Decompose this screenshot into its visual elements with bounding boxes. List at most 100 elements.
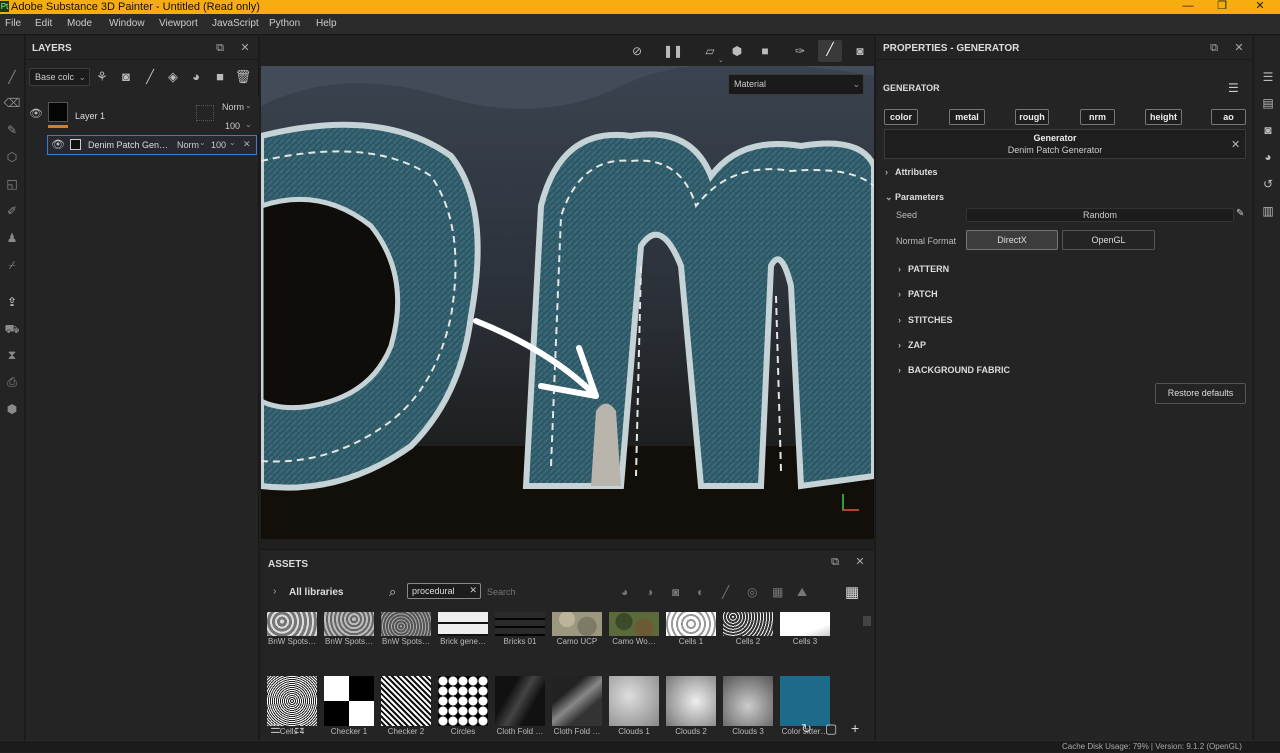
stitches-section[interactable]: › STITCHES bbox=[898, 315, 953, 325]
light-brush-icon[interactable]: ✑ bbox=[790, 42, 810, 60]
visibility-eye-icon[interactable]: 👁 bbox=[51, 140, 65, 151]
restore-button[interactable]: ❐ bbox=[1212, 0, 1232, 14]
filter-textures-icon[interactable]: ◙ bbox=[672, 585, 679, 599]
history-dock-icon[interactable]: ↺ bbox=[1260, 176, 1276, 192]
generator-resource-box[interactable]: Generator Denim Patch Generator ✕ bbox=[884, 129, 1246, 159]
restore-defaults-button[interactable]: Restore defaults bbox=[1155, 383, 1246, 404]
library-selector[interactable]: All libraries bbox=[289, 587, 343, 598]
channel-nrm-button[interactable]: nrm bbox=[1080, 109, 1115, 125]
float-panel-icon[interactable]: ⧉ bbox=[212, 40, 228, 56]
pattern-section[interactable]: › PATTERN bbox=[898, 264, 949, 274]
projection-tool-icon[interactable]: ✎ bbox=[3, 121, 21, 139]
texture-set-dock-icon[interactable]: ▤ bbox=[1260, 95, 1276, 111]
zap-section[interactable]: › ZAP bbox=[898, 340, 926, 350]
layer-blend-mode[interactable]: Norm bbox=[222, 102, 244, 112]
filter-materials-icon[interactable]: ◕ bbox=[621, 585, 628, 599]
channel-ao-button[interactable]: ao bbox=[1211, 109, 1246, 125]
filter-particles-icon[interactable]: ◎ bbox=[747, 585, 757, 599]
hourglass-tool-icon[interactable]: ⧗ bbox=[3, 346, 21, 364]
layer-mask-slot[interactable] bbox=[196, 105, 214, 121]
effect-blend-mode[interactable]: Norm bbox=[177, 140, 199, 150]
layers-dock-icon[interactable]: ☰ bbox=[1260, 69, 1276, 85]
display-settings-tool-icon[interactable]: ⎙ bbox=[3, 373, 21, 391]
close-panel-icon[interactable]: ✕ bbox=[1231, 40, 1247, 56]
new-window-icon[interactable]: ▢ bbox=[825, 721, 837, 737]
layer-opacity[interactable]: 100 bbox=[225, 121, 240, 131]
polygon-fill-tool-icon[interactable]: ◱ bbox=[3, 175, 21, 193]
filter-tag[interactable]: procedural ✕ bbox=[407, 583, 481, 599]
bake-export-tool-icon[interactable]: ⇪ bbox=[3, 293, 21, 311]
close-panel-icon[interactable]: ✕ bbox=[852, 554, 868, 570]
menu-viewport[interactable]: Viewport bbox=[159, 18, 198, 29]
float-panel-icon[interactable]: ⧉ bbox=[1206, 40, 1222, 56]
3d-viewport[interactable]: ⊘ ❚❚ ▱ ⬢ ■ ✑ ╱ ◙ ⌄ Material ⌄ bbox=[261, 36, 874, 539]
filter-alphas-icon[interactable]: ◐ bbox=[697, 585, 704, 599]
seed-random-field[interactable]: Random bbox=[966, 208, 1234, 222]
log-dock-icon[interactable]: ▥ bbox=[1260, 203, 1276, 219]
filter-environments-icon[interactable]: ⛰ bbox=[797, 585, 807, 600]
effect-opacity[interactable]: 100 bbox=[211, 140, 226, 150]
parameters-section[interactable]: ⌄ Parameters bbox=[885, 192, 944, 203]
delete-layer-icon[interactable]: 🗑 bbox=[234, 68, 252, 86]
asset-scrollbar[interactable] bbox=[863, 616, 871, 626]
menu-mode[interactable]: Mode bbox=[67, 18, 92, 29]
eraser-tool-icon[interactable]: ⌫ bbox=[3, 94, 21, 112]
channel-color-button[interactable]: color bbox=[884, 109, 918, 125]
clone-tool-icon[interactable]: ♟ bbox=[3, 229, 21, 247]
cube-view-icon[interactable]: ⬢ bbox=[727, 42, 747, 60]
channel-select[interactable]: Base colc ⌄ bbox=[29, 68, 90, 86]
channel-metal-button[interactable]: metal bbox=[949, 109, 985, 125]
geometry-fill-tool-icon[interactable]: ⬡ bbox=[3, 148, 21, 166]
menu-window[interactable]: Window bbox=[109, 18, 145, 29]
effect-row-selected[interactable]: 👁 Denim Patch Gen… Norm ⌄ 100 ⌄ ✕ bbox=[47, 135, 257, 155]
menu-file[interactable]: File bbox=[5, 18, 21, 29]
edit-pencil-icon[interactable]: ✎ bbox=[1236, 208, 1244, 219]
menu-javascript[interactable]: JavaScript bbox=[212, 18, 259, 29]
screenshot-camera-icon[interactable]: ◙ bbox=[850, 42, 870, 60]
smudge-tool-icon[interactable]: ✐ bbox=[3, 202, 21, 220]
close-window-button[interactable]: ✕ bbox=[1250, 0, 1270, 14]
add-effect-icon[interactable]: ⚘ bbox=[93, 68, 111, 86]
remove-generator-icon[interactable]: ✕ bbox=[1231, 138, 1240, 151]
filter-smart-materials-icon[interactable]: ◑ bbox=[646, 585, 653, 599]
close-panel-icon[interactable]: ✕ bbox=[237, 40, 253, 56]
add-fill-layer-icon[interactable]: ◈ bbox=[164, 68, 182, 86]
remove-filter-icon[interactable]: ✕ bbox=[469, 585, 477, 596]
add-asset-icon[interactable]: + bbox=[851, 720, 859, 736]
pause-icon[interactable]: ❚❚ bbox=[663, 42, 683, 60]
save-search-icon[interactable]: ☷ bbox=[294, 722, 305, 736]
float-panel-icon[interactable]: ⧉ bbox=[827, 554, 843, 570]
model-tool-icon[interactable]: ⬢ bbox=[3, 400, 21, 418]
layer-row[interactable]: 👁 Layer 1 Norm ⌄ 100 ⌄ bbox=[26, 97, 259, 133]
channel-rough-button[interactable]: rough bbox=[1015, 109, 1049, 125]
add-mask-icon[interactable]: ◙ bbox=[117, 68, 135, 86]
menu-list-icon[interactable]: ☰ bbox=[1228, 81, 1239, 95]
menu-help[interactable]: Help bbox=[316, 18, 337, 29]
menu-python[interactable]: Python bbox=[269, 18, 300, 29]
directx-button[interactable]: DirectX bbox=[966, 230, 1058, 250]
grid-view-icon[interactable]: ▦ bbox=[845, 583, 859, 601]
color-picker-tool-icon[interactable]: ⌿ bbox=[3, 256, 21, 274]
hide-icon[interactable]: ⊘ bbox=[627, 42, 647, 60]
filter-list-icon[interactable]: ☰ bbox=[270, 722, 281, 736]
add-folder-icon[interactable]: ■ bbox=[211, 68, 229, 86]
material-channel-select[interactable]: Material ⌄ bbox=[728, 74, 864, 95]
filter-brushes-icon[interactable]: ╱ bbox=[722, 585, 729, 599]
opengl-button[interactable]: OpenGL bbox=[1062, 230, 1155, 250]
refresh-icon[interactable]: ↻ bbox=[801, 721, 812, 737]
filter-procedurals-icon[interactable]: ▦ bbox=[772, 585, 783, 599]
patch-section[interactable]: › PATCH bbox=[898, 289, 938, 299]
minimize-button[interactable]: — bbox=[1178, 0, 1198, 14]
texture-set-tool-icon[interactable]: ⛟ bbox=[3, 320, 21, 338]
channel-height-button[interactable]: height bbox=[1145, 109, 1182, 125]
display-dock-icon[interactable]: ◙ bbox=[1260, 122, 1276, 138]
selection-tool-icon[interactable]: ▱ bbox=[700, 42, 720, 60]
background-fabric-section[interactable]: › BACKGROUND FABRIC bbox=[898, 365, 1010, 375]
menu-edit[interactable]: Edit bbox=[35, 18, 52, 29]
remove-effect-icon[interactable]: ✕ bbox=[243, 139, 251, 150]
paint-mode-icon[interactable]: ╱ bbox=[818, 40, 842, 62]
paint-brush-tool-icon[interactable]: ╱ bbox=[3, 68, 21, 86]
assets-search-input[interactable] bbox=[483, 584, 613, 600]
chevron-right-icon[interactable]: › bbox=[273, 586, 276, 597]
visibility-eye-icon[interactable]: 👁 bbox=[29, 109, 43, 120]
